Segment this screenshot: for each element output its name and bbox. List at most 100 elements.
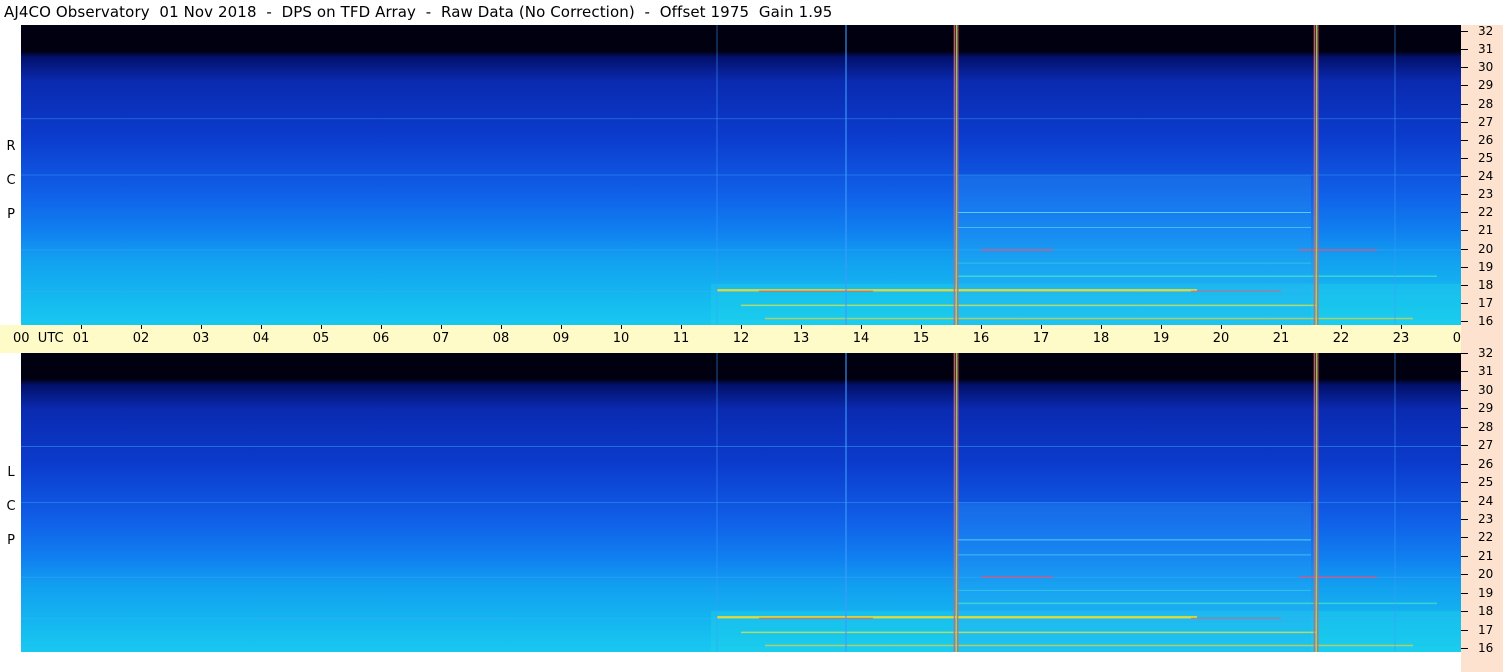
freq-tick [1461,371,1468,373]
time-tick [1161,325,1162,329]
freq-tick [1461,426,1468,428]
time-tick [141,325,142,329]
time-tick [621,325,622,329]
freq-tick-label: 32 [1478,24,1494,38]
lcp-letter-3: P [7,533,15,548]
spectrogram-lcp [21,353,1461,652]
freq-tick-label: 22 [1478,205,1494,220]
freq-tick-label: 24 [1478,493,1494,508]
freq-tick-label: 17 [1478,622,1494,637]
time-tick-label: 06 [372,331,390,346]
time-tick [381,325,382,329]
time-tick-label: 20 [1212,331,1230,346]
freq-tick-label: 29 [1478,401,1494,416]
freq-tick [1461,611,1468,613]
lcp-letter-1: L [7,465,15,480]
time-tick-label: 08 [492,331,510,346]
freq-tick-label: 20 [1478,241,1494,256]
time-tick-label: 12 [732,331,750,346]
time-tick-label: 04 [252,331,270,346]
freq-tick-label: 19 [1478,259,1494,274]
freq-tick [1461,353,1468,354]
freq-tick-label: 23 [1478,187,1494,202]
time-tick-label: 19 [1152,331,1170,346]
rcp-letter-2: C [6,173,16,188]
freq-tick [1461,408,1468,410]
freq-tick [1461,463,1468,465]
freq-tick-label: 28 [1478,96,1494,111]
freq-tick-label: 31 [1478,42,1494,57]
time-tick [81,325,82,329]
freq-tick [1461,284,1468,286]
time-tick-label: 03 [192,331,210,346]
time-tick-label: 16 [972,331,990,346]
time-tick-label: 22 [1332,331,1350,346]
time-tick [861,325,862,329]
freq-tick [1461,592,1468,594]
rcp-letter-1: R [6,139,16,154]
freq-tick-label: 17 [1478,295,1494,310]
freq-tick [1461,629,1468,631]
freq-tick [1461,212,1468,214]
time-tick [981,325,982,329]
time-tick [1101,325,1102,329]
time-tick [441,325,442,329]
time-tick-label: 15 [912,331,930,346]
time-tick [561,325,562,329]
freq-tick [1461,648,1468,649]
freq-tick-label: 26 [1478,132,1494,147]
time-axis-bar: 00 UTC 01 02 03 04 05 06 07 08 09 10 11 12 13 14 15 16 17… [0,325,1493,353]
freq-tick-label: 22 [1478,530,1494,545]
time-tick-label: 21 [1272,331,1290,346]
time-tick [201,325,202,329]
freq-tick [1461,194,1468,196]
time-tick-label: 00 UTC [13,331,64,346]
freq-tick [1461,121,1468,123]
chart-title: AJ4CO Observatory 01 Nov 2018 - DPS on T… [4,3,833,21]
freq-tick-label: 18 [1478,277,1494,292]
time-tick [321,325,322,329]
time-tick [741,325,742,329]
time-tick-label: 23 [1392,331,1410,346]
time-tick-label: 09 [552,331,570,346]
freq-tick-label: 30 [1478,382,1494,397]
time-tick [1401,325,1402,329]
time-tick [1341,325,1342,329]
freq-tick [1461,103,1468,105]
freq-tick-label: 26 [1478,456,1494,471]
spectrogram-overlay [21,25,1461,325]
freq-tick [1461,445,1468,447]
spectrogram-rcp [21,25,1461,325]
freq-tick [1461,482,1468,484]
time-tick-label: 14 [852,331,870,346]
lcp-letter-2: C [6,499,16,514]
freq-tick [1461,537,1468,539]
freq-tick [1461,139,1468,141]
freq-tick-label: 21 [1478,548,1494,563]
freq-tick-label: 27 [1478,114,1494,129]
time-tick-label: 13 [792,331,810,346]
freq-tick [1461,389,1468,391]
freq-tick [1461,31,1468,32]
time-tick-label: 18 [1092,331,1110,346]
time-tick [681,325,682,329]
freq-tick-label: 27 [1478,438,1494,453]
freq-tick-label: 18 [1478,604,1494,619]
freq-tick [1461,85,1468,87]
time-tick [801,325,802,329]
freq-tick-label: 24 [1478,169,1494,183]
freq-tick-label: 25 [1478,475,1494,490]
time-tick [261,325,262,329]
freq-tick [1461,230,1468,232]
freq-tick-label: 30 [1478,60,1494,75]
freq-tick [1461,248,1468,250]
rcp-label: R C P [5,130,17,232]
time-tick-label: 02 [132,331,150,346]
time-tick [1221,325,1222,329]
spectrogram-overlay [21,353,1461,652]
freq-tick [1461,321,1468,322]
freq-tick [1461,49,1468,51]
freq-tick [1461,67,1468,69]
freq-tick-label: 20 [1478,567,1494,582]
freq-tick [1461,555,1468,557]
